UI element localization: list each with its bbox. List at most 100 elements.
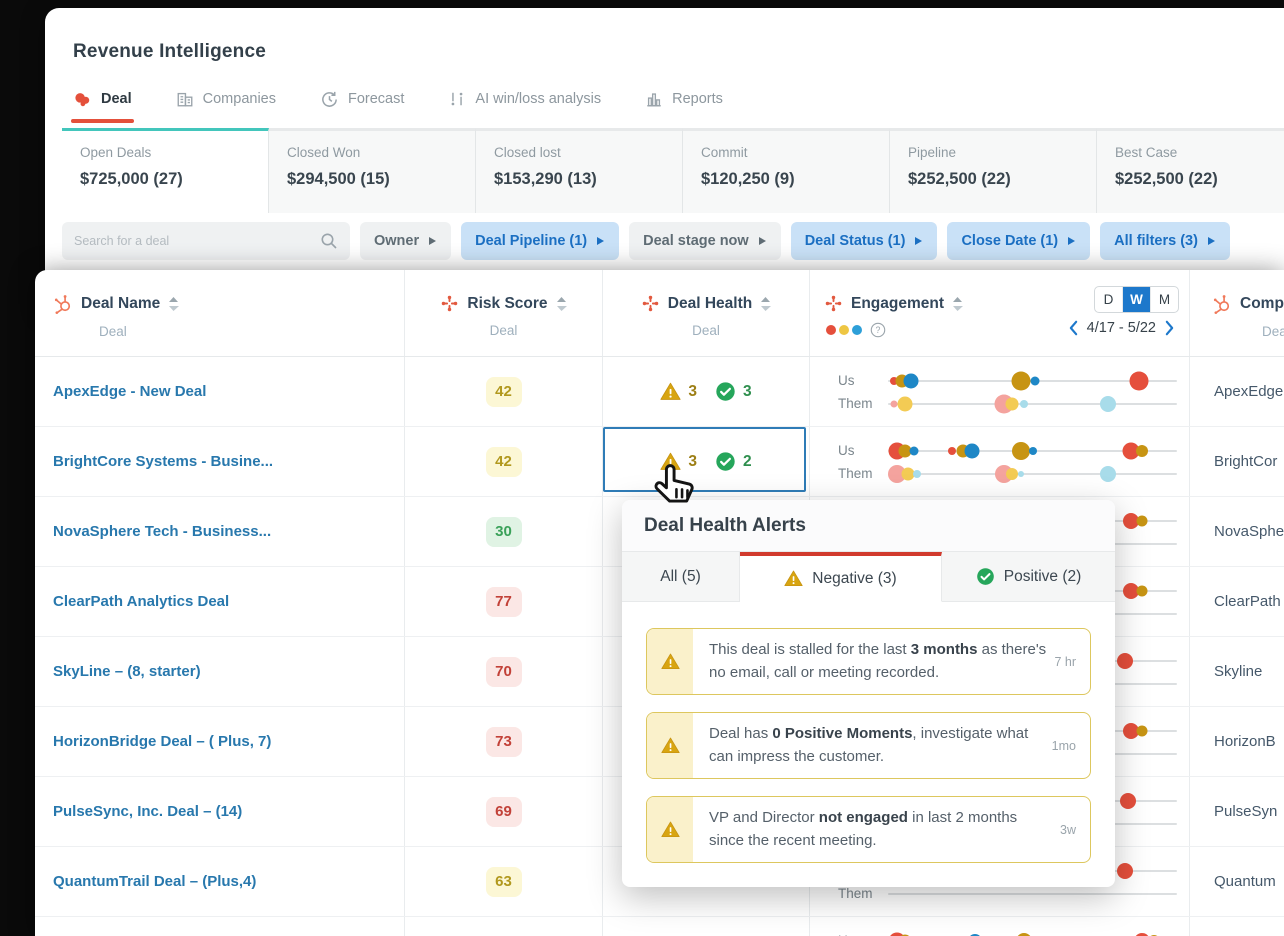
deal-name-link[interactable]: HorizonBridge Deal – ( Plus, 7) [53, 733, 271, 750]
filter-chip-deal-pipeline-1-[interactable]: Deal Pipeline (1) [461, 222, 619, 260]
column-header-company[interactable]: Comp Deal [1190, 270, 1284, 356]
date-range-nav: 4/17 - 5/22 [1068, 320, 1175, 336]
column-title: Risk Score [467, 295, 547, 313]
engagement-side-label: Them [838, 886, 888, 901]
tab-forecast[interactable]: Forecast [320, 90, 404, 109]
tab-reports[interactable]: Reports [645, 90, 723, 108]
negative-alert-group: 3 [660, 451, 697, 472]
search-input[interactable]: Search for a deal [62, 222, 350, 260]
deal-name-cell: SkyLine – (8, starter) [35, 637, 405, 706]
filter-chip-owner[interactable]: Owner [360, 222, 451, 260]
tab-deal[interactable]: Deal [73, 90, 132, 109]
caret-right-icon [1067, 236, 1076, 246]
sort-icon[interactable] [556, 296, 567, 312]
deal-health-cell[interactable]: 32 [603, 427, 810, 496]
warning-icon [647, 797, 693, 862]
risk-score-badge: 30 [486, 517, 522, 547]
sort-icon[interactable] [952, 296, 963, 312]
popup-tab-label: All (5) [660, 568, 700, 586]
risk-score-badge: 63 [486, 867, 522, 897]
summary-card-pipeline[interactable]: Pipeline$252,500 (22) [890, 128, 1097, 213]
summary-card-open-deals[interactable]: Open Deals $725,000 (27) [62, 128, 269, 213]
engagement-dot [964, 443, 979, 458]
popup-tab-all-5-[interactable]: All (5) [622, 552, 740, 602]
deal-name-link[interactable]: NovaSphere Tech - Business... [53, 523, 271, 540]
company-cell: NovaSphe [1190, 497, 1284, 566]
engagement-dot [1117, 653, 1133, 669]
deal-name-link[interactable]: BrightCore Systems - Busine... [53, 453, 273, 470]
negative-alert-count: 3 [688, 383, 697, 401]
column-title: Deal Health [668, 295, 752, 313]
deal-health-cell[interactable]: 33 [603, 357, 810, 426]
engagement-dot [1117, 863, 1133, 879]
deal-name-link[interactable]: SkyLine – (8, starter) [53, 663, 201, 680]
filter-chip-deal-status-1-[interactable]: Deal Status (1) [791, 222, 938, 260]
period-option-w[interactable]: W [1122, 287, 1150, 312]
tab-ai-win-loss-analysis[interactable]: AI win/loss analysis [448, 90, 601, 108]
tab-companies[interactable]: Companies [176, 90, 276, 108]
risk-score-cell: 77 [405, 567, 603, 636]
engagement-dot [898, 396, 913, 411]
risk-score-cell: 42 [405, 427, 603, 496]
engagement-dot [1020, 400, 1028, 408]
engagement-line [888, 380, 1177, 382]
deal-name-cell: BrightCore Systems - Busine... [35, 427, 405, 496]
sort-icon[interactable] [168, 296, 179, 312]
summary-card-closed-lost[interactable]: Closed lost$153,290 (13) [476, 128, 683, 213]
popup-tabs: All (5) Negative (3)Positive (2) [622, 552, 1115, 602]
filter-chip-all-filters-3-[interactable]: All filters (3) [1100, 222, 1230, 260]
alert-text: This deal is stalled for the last 3 mont… [693, 629, 1054, 694]
sort-icon[interactable] [760, 296, 771, 312]
engagement-line [888, 473, 1177, 475]
risk-score-badge: 42 [486, 377, 522, 407]
engagement-dot [1006, 397, 1019, 410]
summary-card-value: $252,500 (22) [1115, 170, 1284, 189]
deal-name-cell: HorizonBridge Deal – ( Plus, 7) [35, 707, 405, 776]
filter-chip-close-date-1-[interactable]: Close Date (1) [947, 222, 1090, 260]
column-header-risk-score[interactable]: Risk Score Deal [405, 270, 603, 356]
period-option-d[interactable]: D [1095, 287, 1122, 312]
popup-tab-negative-3-[interactable]: Negative (3) [740, 552, 942, 602]
column-header-deal-health[interactable]: Deal Health Deal [603, 270, 810, 356]
deal-name-link[interactable]: QuantumTrail Deal – (Plus,4) [53, 873, 256, 890]
forecast-icon [320, 90, 339, 109]
summary-card-commit[interactable]: Commit$120,250 (9) [683, 128, 890, 213]
engagement-line [888, 893, 1177, 895]
gong-icon [641, 294, 660, 313]
engagement-dot [890, 400, 897, 407]
chevron-left-icon[interactable] [1068, 320, 1079, 336]
summary-card-label: Open Deals [80, 145, 268, 160]
caret-right-icon [914, 236, 923, 246]
deal-name-link[interactable]: ApexEdge - New Deal [53, 383, 206, 400]
filter-chip-deal-stage-now[interactable]: Deal stage now [629, 222, 781, 260]
alert-card: VP and Director not engaged in last 2 mo… [646, 796, 1091, 863]
primary-nav: Deal Companies Forecast AI win/loss analysi… [73, 84, 723, 114]
deal-name-link[interactable]: PulseSync, Inc. Deal – (14) [53, 803, 242, 820]
deal-name-cell: ClearPath Analytics Deal [35, 567, 405, 636]
check-icon [715, 381, 736, 402]
alert-age: 7 hr [1054, 629, 1090, 694]
risk-score-badge: 70 [486, 657, 522, 687]
summary-card-closed-won[interactable]: Closed Won$294,500 (15) [269, 128, 476, 213]
alert-age: 1mo [1052, 713, 1090, 778]
summary-card-value: $153,290 (13) [494, 170, 682, 189]
summary-card-value: $725,000 (27) [80, 170, 268, 189]
deal-name-link[interactable]: ClearPath Analytics Deal [53, 593, 229, 610]
company-cell [1190, 917, 1284, 936]
chevron-right-icon[interactable] [1164, 320, 1175, 336]
gong-icon [440, 294, 459, 313]
period-option-m[interactable]: M [1150, 287, 1178, 312]
column-header-engagement[interactable]: Engagement ? DWM 4/17 - 5/22 [810, 270, 1190, 356]
check-icon [976, 567, 995, 586]
column-header-deal-name[interactable]: Deal Name Deal [35, 270, 405, 356]
popup-tab-positive-2-[interactable]: Positive (2) [942, 552, 1115, 602]
svg-text:?: ? [876, 325, 881, 335]
summary-card-best-case[interactable]: Best Case$252,500 (22) [1097, 128, 1284, 213]
deal-health-cell[interactable] [603, 917, 810, 936]
question-icon[interactable]: ? [870, 322, 886, 338]
risk-score-cell: 63 [405, 847, 603, 916]
company-cell: HorizonB [1190, 707, 1284, 776]
risk-score-cell: 42 [405, 357, 603, 426]
popup-alert-list: This deal is stalled for the last 3 mont… [622, 602, 1115, 887]
tab-label: AI win/loss analysis [475, 91, 601, 107]
